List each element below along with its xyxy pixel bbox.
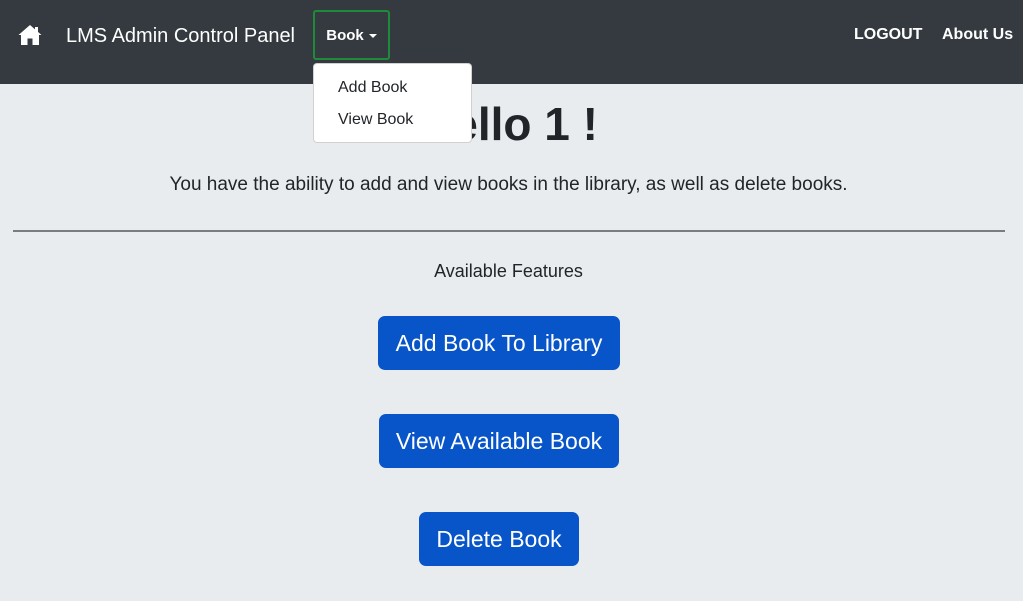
divider bbox=[13, 230, 1005, 232]
view-book-button[interactable]: View Available Book bbox=[379, 414, 619, 468]
dropdown-item-add-book[interactable]: Add Book bbox=[338, 78, 407, 98]
navbar: LMS Admin Control Panel Book LOGOUT Abou… bbox=[0, 0, 1023, 84]
page-description: You have the ability to add and view boo… bbox=[169, 174, 848, 195]
about-us-link[interactable]: About Us bbox=[942, 25, 1013, 45]
add-book-button[interactable]: Add Book To Library bbox=[378, 316, 620, 370]
page-heading: Hello 1 ! bbox=[419, 98, 598, 150]
dropdown-item-view-book[interactable]: View Book bbox=[338, 110, 413, 130]
logout-link[interactable]: LOGOUT bbox=[854, 25, 922, 45]
brand-title[interactable]: LMS Admin Control Panel bbox=[66, 24, 295, 48]
delete-book-button[interactable]: Delete Book bbox=[419, 512, 579, 566]
features-label: Available Features bbox=[434, 261, 583, 281]
home-icon bbox=[18, 25, 42, 45]
book-menu-toggle[interactable]: Book bbox=[313, 10, 390, 60]
book-dropdown-menu: Add Book View Book bbox=[313, 63, 472, 143]
caret-down-icon bbox=[368, 33, 377, 38]
book-menu-label: Book bbox=[326, 26, 364, 44]
home-link[interactable] bbox=[18, 24, 42, 46]
